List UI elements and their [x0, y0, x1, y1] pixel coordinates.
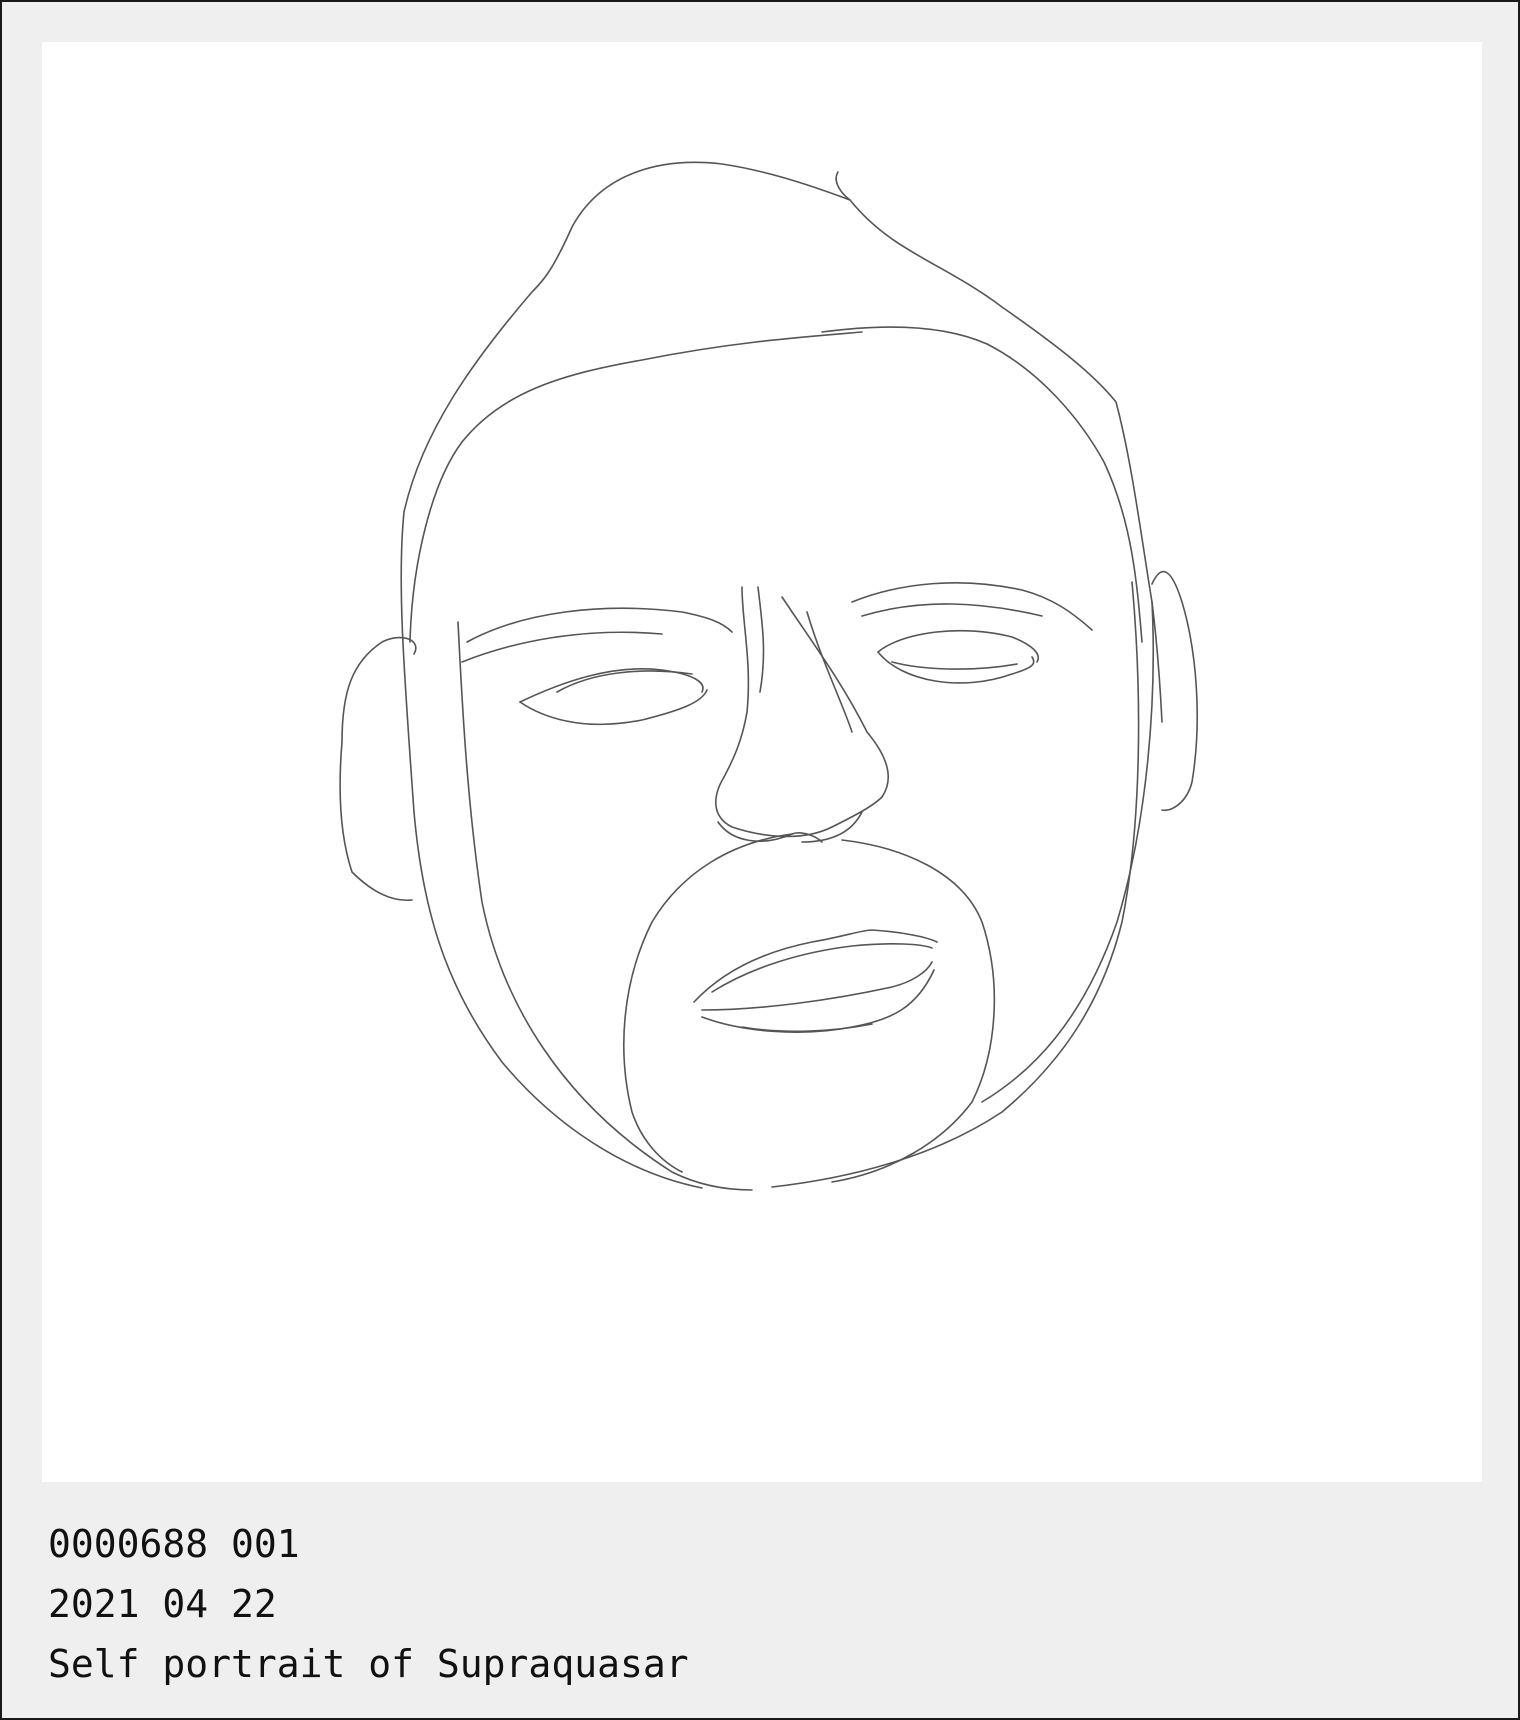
hairline	[409, 331, 863, 643]
hair-outline	[400, 161, 851, 813]
jaw-right	[981, 601, 1155, 1103]
right-ear	[1151, 570, 1199, 811]
right-eye-lid	[891, 661, 1018, 670]
date-text: 2021 04 22	[48, 1582, 277, 1626]
nose-bridge-left	[723, 586, 750, 778]
artwork-title: Self portrait of Supraquasar	[48, 1642, 689, 1686]
right-eye-upper	[877, 629, 1039, 663]
nose-bridge-left-2	[757, 586, 765, 693]
left-eyebrow-lower	[461, 631, 663, 663]
upper-lip	[693, 929, 938, 1003]
hair-crown	[849, 199, 1163, 723]
left-eye-lower	[519, 689, 708, 726]
nose-bridge-right	[781, 596, 889, 798]
portrait-card: 0000688 001 2021 04 22 Self portrait of …	[0, 0, 1520, 1720]
caption-block: 0000688 001 2021 04 22 Self portrait of …	[48, 1514, 689, 1694]
face-left-contour	[457, 621, 753, 1191]
nose-bridge-right-2	[806, 611, 853, 733]
lower-lip-2	[741, 1023, 873, 1033]
nose-tip	[715, 776, 883, 838]
cheek-contour	[623, 833, 793, 1173]
drawing-canvas	[42, 42, 1482, 1482]
right-eye-lower	[877, 651, 1035, 684]
line-drawing-face	[339, 161, 1199, 1191]
catalog-id: 0000688 001	[48, 1522, 300, 1566]
right-eyebrow-lower	[861, 603, 1043, 617]
left-eyebrow	[466, 607, 733, 643]
left-eye-lid	[556, 670, 693, 693]
jaw-left	[413, 811, 703, 1189]
right-eyebrow	[851, 582, 1093, 631]
left-nostril	[717, 821, 823, 843]
